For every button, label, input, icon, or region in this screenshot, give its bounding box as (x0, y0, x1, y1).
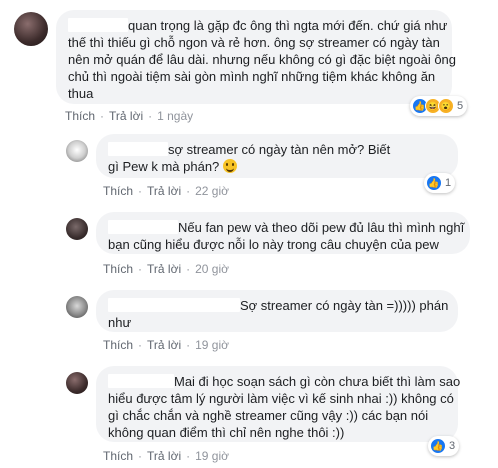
wow-icon: 😮 (438, 98, 454, 114)
comment-actions: Thích · Trả lời · 22 giờ (103, 184, 229, 198)
reply-link[interactable]: Trả lời (147, 184, 181, 198)
comment-time[interactable]: 22 giờ (195, 184, 229, 198)
like-icon: 👍 (430, 438, 446, 454)
comment-text-line: không quan điểm thì chỉ nên nghe thôi :)… (108, 425, 345, 440)
reaction-count: 3 (449, 440, 456, 452)
comment-text-line: nên mở quán để lâu dài. nhưng nếu không … (68, 52, 457, 67)
comment-text-line: Mai đi học soạn sách gì còn chưa biết th… (174, 374, 461, 389)
like-link[interactable]: Thích (65, 109, 95, 123)
comment-text-line: sợ streamer có ngày tàn nên mở? Biết (168, 142, 391, 157)
smile-emoji-icon (222, 159, 237, 173)
comment-text-line: quan trọng là gặp đc ông thì ngta mới đế… (128, 18, 448, 33)
like-link[interactable]: Thích (103, 338, 133, 352)
comment-text-line: như (108, 315, 132, 330)
comment-text-line: bạn cũng hiểu được nỗi lo này trong câu … (108, 237, 439, 252)
comment-text-line: Sợ streamer có ngày tàn =))))) phán (240, 298, 449, 313)
reaction-summary[interactable]: 👍 1 (424, 173, 456, 193)
comment-bubble: Sợ streamer có ngày tàn =))))) phán như (96, 290, 458, 332)
like-link[interactable]: Thích (103, 449, 133, 463)
comment-actions: Thích · Trả lời · 20 giờ (103, 262, 229, 276)
comment-text-line: thế thì thiếu gì chỗ ngon và rẻ hơn. ông… (68, 35, 440, 50)
commenter-avatar[interactable] (14, 12, 48, 46)
comment-actions: Thích · Trả lời · 19 giờ (103, 449, 229, 463)
comment-actions: Thích · Trả lời · 19 giờ (103, 338, 229, 352)
reaction-count: 1 (445, 177, 452, 189)
like-icon: 👍 (426, 175, 442, 191)
reply-link[interactable]: Trả lời (109, 109, 143, 123)
reaction-count: 5 (457, 100, 464, 112)
reply-link[interactable]: Trả lời (147, 338, 181, 352)
like-link[interactable]: Thích (103, 184, 133, 198)
comment-text-line: Nếu fan pew và theo dõi pew đủ lâu thì m… (178, 220, 465, 235)
comment-time[interactable]: 19 giờ (195, 338, 229, 352)
comment-bubble: quan trọng là gặp đc ông thì ngta mới đế… (56, 10, 457, 104)
comment-text-line: hiểu được tâm lý người làm việc vì kế si… (108, 391, 454, 406)
comment-bubble: Nếu fan pew và theo dõi pew đủ lâu thì m… (96, 212, 470, 254)
comment-text-line: gì chắc chắn và nghề streamer cũng vậy :… (108, 408, 429, 423)
commenter-avatar[interactable] (66, 296, 88, 318)
comment-text-line: chủ thì ngoài tiệm sài gòn mình nghĩ nhữ… (68, 69, 436, 84)
commenter-avatar[interactable] (66, 218, 88, 240)
reply-link[interactable]: Trả lời (147, 449, 181, 463)
reply-link[interactable]: Trả lời (147, 262, 181, 276)
reaction-summary[interactable]: 👍 3 (428, 436, 460, 456)
comment-text-line: gì Pew k mà phán? (108, 159, 220, 174)
comment-time[interactable]: 20 giờ (195, 262, 229, 276)
comment-actions: Thích · Trả lời · 1 ngày (65, 109, 194, 123)
reaction-summary[interactable]: 👍 😆 😮 5 (410, 96, 468, 116)
comment-time[interactable]: 19 giờ (195, 449, 229, 463)
comment-text-line: thua (68, 86, 94, 101)
like-link[interactable]: Thích (103, 262, 133, 276)
comment-time[interactable]: 1 ngày (157, 109, 193, 123)
comment-bubble: Mai đi học soạn sách gì còn chưa biết th… (96, 366, 461, 442)
commenter-avatar[interactable] (66, 372, 88, 394)
commenter-avatar[interactable] (66, 140, 88, 162)
comment-bubble: sợ streamer có ngày tàn nên mở? Biết gì … (96, 134, 458, 178)
